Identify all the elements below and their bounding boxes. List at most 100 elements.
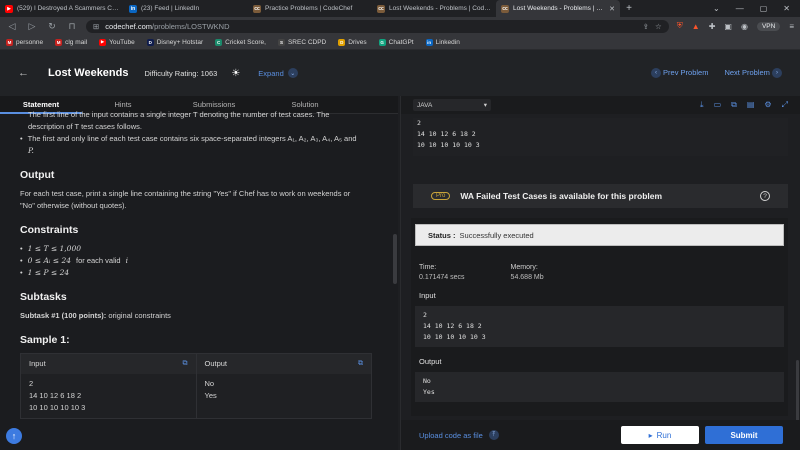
metrics: Time: 0.171474 secs Memory: 54.688 Mb bbox=[415, 264, 784, 281]
editor-toolbar: JAVA ▾ ⤓ ▭ ⧉ ▤ ⚙ ⤢ bbox=[401, 96, 800, 114]
bookmark-icon[interactable]: ⊓ bbox=[66, 21, 78, 32]
menu-icon[interactable]: ≡ bbox=[789, 22, 794, 31]
constraints-heading: Constraints bbox=[20, 224, 79, 236]
sample-output-header: Output ⧉ bbox=[195, 354, 371, 374]
action-bar: Upload code as file ⤒ ▸ Run Submit bbox=[401, 420, 800, 450]
window-controls: ⌄ — ▢ ✕ bbox=[713, 0, 800, 17]
upload-code-button[interactable]: Upload code as file ⤒ bbox=[419, 430, 499, 440]
bookmark-item[interactable]: C Cricket Score, bbox=[215, 38, 266, 46]
browser-tab[interactable]: cc Practice Problems | CodeChef bbox=[248, 0, 372, 17]
browser-tab[interactable]: in (23) Feed | LinkedIn bbox=[124, 0, 248, 17]
language-select[interactable]: JAVA ▾ bbox=[413, 99, 491, 111]
browser-tab[interactable]: cc Lost Weekends - Problems | CodeChef bbox=[372, 0, 496, 17]
brave-shield-icon[interactable]: ⛨ bbox=[677, 21, 683, 31]
extension-icon[interactable]: ✚ bbox=[709, 22, 716, 31]
sample-heading: Sample 1: bbox=[20, 334, 70, 346]
browser-tab-active[interactable]: ccLost Weekends - Problems | Code...✕ bbox=[496, 0, 620, 17]
download-icon[interactable]: ⤓ bbox=[700, 100, 704, 110]
prev-problem-button[interactable]: ‹ Prev Problem bbox=[650, 68, 708, 78]
bookmarks-bar: Mpersonne Mclg mail ▶ YouTube D Disney+ Ho… bbox=[0, 35, 800, 50]
subtask-line: Subtask #1 (100 points): original constr… bbox=[20, 311, 171, 320]
wallet-icon[interactable]: ▣ bbox=[724, 22, 732, 31]
panel-resize-handle[interactable] bbox=[393, 234, 397, 284]
memory-metric: Memory: 54.688 Mb bbox=[510, 264, 544, 281]
star-icon[interactable]: ☆ bbox=[655, 22, 662, 31]
gmail-icon: M bbox=[6, 38, 13, 46]
sample-input-values: 2 14 10 12 6 18 2 10 10 10 10 10 3 bbox=[29, 379, 86, 412]
chevron-left-icon: ‹ bbox=[650, 68, 661, 78]
back-arrow-icon[interactable]: ← bbox=[18, 67, 40, 79]
pro-badge: Pro bbox=[431, 192, 451, 200]
codechef-favicon-icon: cc bbox=[253, 4, 261, 13]
tab-search-icon[interactable]: ⌄ bbox=[713, 4, 720, 13]
bookmark-item[interactable]: in Linkedin bbox=[425, 38, 460, 46]
execution-result: Status : Successfully executed Time: 0.171… bbox=[411, 218, 788, 416]
status-bar: Status : Successfully executed bbox=[415, 224, 784, 246]
copy-icon[interactable]: ⧉ bbox=[358, 358, 363, 370]
linkedin-favicon-icon: in bbox=[129, 4, 137, 13]
sample-input-header: Input ⧉ bbox=[21, 354, 196, 374]
scroll-top-button[interactable]: ↑ bbox=[6, 428, 22, 444]
fullscreen-icon[interactable]: ⤢ bbox=[782, 100, 788, 110]
folder-icon: D bbox=[338, 38, 346, 46]
subtasks-heading: Subtasks bbox=[20, 291, 67, 303]
editor-actions: ⤓ ▭ ⧉ ▤ ⚙ ⤢ bbox=[700, 100, 788, 110]
expand-button[interactable]: Expand ⌄ bbox=[258, 68, 298, 78]
close-window-icon[interactable]: ✕ bbox=[783, 4, 790, 13]
run-button[interactable]: ▸ Run bbox=[621, 426, 699, 444]
caret-down-icon: ▾ bbox=[483, 102, 487, 109]
output-heading: Output bbox=[20, 169, 55, 181]
profile-icon[interactable]: ◉ bbox=[741, 22, 748, 31]
input-description-cont: description of T test cases follows. bbox=[28, 122, 142, 131]
maximize-icon[interactable]: ▢ bbox=[760, 4, 768, 13]
next-problem-button[interactable]: Next Problem › bbox=[724, 68, 782, 78]
sample-output-values: No Yes bbox=[195, 374, 372, 418]
chevron-right-icon: › bbox=[772, 68, 782, 78]
sample-table: Input ⧉ Output ⧉ 2 14 10 12 6 18 2 10 10 1… bbox=[20, 353, 372, 419]
help-icon[interactable]: ? bbox=[760, 191, 770, 201]
bookmark-item[interactable]: S SREC CDPD bbox=[277, 38, 326, 46]
youtube-favicon-icon: ▶ bbox=[5, 4, 13, 13]
browser-tab[interactable]: ▶ (529) I Destroyed A Scammers Comp... bbox=[0, 0, 124, 17]
copy-icon[interactable]: ⧉ bbox=[731, 100, 737, 110]
custom-input-box[interactable]: 2 14 10 12 6 18 2 10 10 10 10 10 3 bbox=[413, 118, 788, 156]
cricket-icon: C bbox=[215, 38, 223, 46]
bookmark-item[interactable]: D Drives bbox=[338, 38, 367, 46]
share-icon[interactable]: ⇪ bbox=[643, 22, 649, 31]
bookmark-item[interactable]: G ChatGPt bbox=[378, 38, 414, 46]
bookmark-item[interactable]: Mpersonne bbox=[6, 38, 43, 46]
hotstar-icon: D bbox=[146, 38, 154, 46]
output-description-cont: "No" otherwise (without quotes). bbox=[20, 201, 127, 210]
wa-test-cases-banner[interactable]: Pro WA Failed Test Cases is available fo… bbox=[413, 184, 788, 208]
problem-statement-panel: Statement Hints Submissions Solution The… bbox=[0, 96, 398, 450]
reload-icon[interactable]: ↻ bbox=[46, 21, 58, 32]
rewards-icon[interactable]: ▲ bbox=[692, 22, 700, 31]
codechef-favicon-icon: cc bbox=[501, 4, 509, 13]
problem-navigation: ‹ Prev Problem Next Problem › bbox=[650, 68, 782, 78]
layout-icon[interactable]: ▤ bbox=[747, 100, 755, 110]
forward-arrow-icon[interactable]: ▷ bbox=[26, 21, 38, 32]
gmail-icon: M bbox=[55, 38, 63, 46]
vpn-button[interactable]: VPN bbox=[756, 21, 781, 31]
bookmark-item[interactable]: Mclg mail bbox=[55, 38, 87, 46]
comment-icon[interactable]: ▭ bbox=[714, 100, 722, 110]
site-info-icon[interactable]: ⊞ bbox=[93, 22, 99, 31]
address-bar: ◁ ▷ ↻ ⊓ ⊞ codechef.com/problems/LOSTWKND… bbox=[0, 17, 800, 35]
copy-icon[interactable]: ⧉ bbox=[183, 358, 188, 370]
settings-gear-icon[interactable]: ⚙ bbox=[764, 100, 771, 110]
result-input-box: 2 14 10 12 6 18 2 10 10 10 10 10 3 bbox=[415, 306, 784, 347]
new-tab-button[interactable]: + bbox=[620, 0, 638, 17]
bookmark-item[interactable]: D Disney+ Hotstar bbox=[146, 38, 203, 46]
bookmark-item[interactable]: ▶ YouTube bbox=[99, 38, 135, 46]
url-input[interactable]: ⊞ codechef.com/problems/LOSTWKND ⇪ ☆ bbox=[86, 19, 669, 33]
difficulty-rating: Difficulty Rating: 1063 bbox=[144, 68, 218, 78]
play-icon: ▸ bbox=[648, 430, 653, 440]
minimize-icon[interactable]: — bbox=[736, 4, 744, 13]
submit-button[interactable]: Submit bbox=[705, 426, 783, 444]
list-item: • The first and only line of each test ca… bbox=[20, 134, 357, 143]
close-tab-icon[interactable]: ✕ bbox=[609, 5, 615, 13]
back-arrow-icon[interactable]: ◁ bbox=[6, 21, 18, 32]
editor-panel: JAVA ▾ ⤓ ▭ ⧉ ▤ ⚙ ⤢ 2 14 10 12 6 18 2 10 1… bbox=[400, 96, 800, 450]
theme-toggle-sun-icon[interactable]: ☀ bbox=[231, 68, 240, 79]
youtube-icon: ▶ bbox=[99, 38, 107, 46]
